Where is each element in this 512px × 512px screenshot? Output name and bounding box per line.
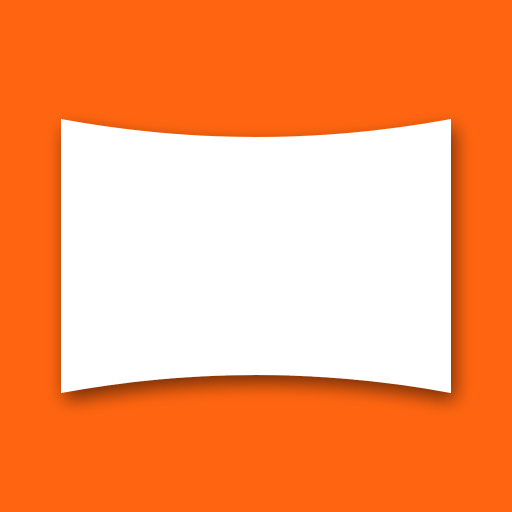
panorama-panel (61, 119, 451, 393)
app-icon-background (0, 0, 512, 512)
panorama-icon (61, 119, 451, 393)
